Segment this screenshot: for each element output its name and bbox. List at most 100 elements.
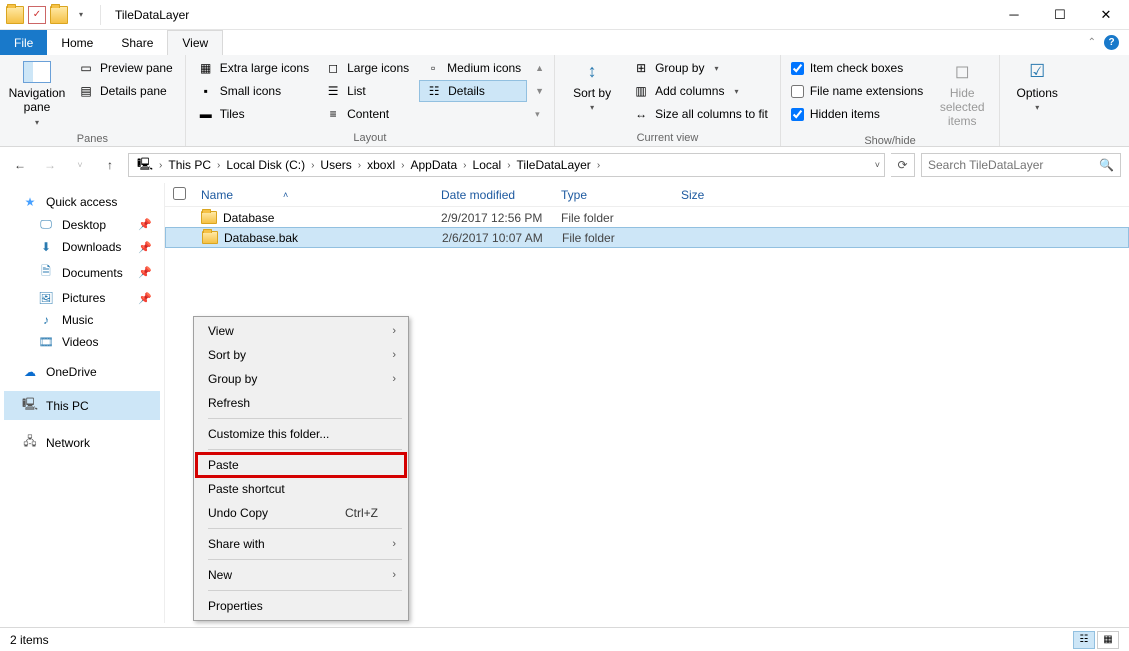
group-label-layout: Layout bbox=[192, 130, 548, 146]
ctx-undo-copy[interactable]: Undo CopyCtrl+Z bbox=[196, 501, 406, 525]
pin-icon: 📌 bbox=[138, 266, 152, 279]
group-layout: ▦Extra large icons ▪Small icons ▬Tiles ◻… bbox=[186, 55, 555, 146]
close-button[interactable]: ✕ bbox=[1083, 0, 1129, 30]
tab-share[interactable]: Share bbox=[107, 30, 167, 55]
size-columns-button[interactable]: ↔Size all columns to fit bbox=[627, 103, 774, 125]
group-current-view: ↕ Sort by ▾ ⊞Group by▾ ▥Add columns▾ ↔Si… bbox=[555, 55, 781, 146]
qat-dropdown-icon[interactable]: ▾ bbox=[72, 6, 90, 24]
small-icons-icon: ▪ bbox=[198, 84, 214, 98]
nav-documents[interactable]: 🗎Documents📌 bbox=[4, 258, 160, 287]
videos-icon: 🎞 bbox=[38, 335, 54, 349]
content-button[interactable]: ≡Content bbox=[319, 103, 415, 125]
thumbnails-view-toggle[interactable]: ▦ bbox=[1097, 631, 1119, 649]
hide-selected-button[interactable]: ◻ Hide selected items bbox=[931, 57, 993, 133]
nav-this-pc[interactable]: 🖳This PC bbox=[4, 391, 160, 420]
preview-pane-button[interactable]: ▭Preview pane bbox=[72, 57, 179, 79]
search-box[interactable]: 🔍 bbox=[921, 153, 1121, 177]
menu-separator bbox=[208, 559, 402, 560]
nav-quick-access[interactable]: ★Quick access bbox=[4, 191, 160, 213]
breadcrumb-tiledatalayer[interactable]: TileDataLayer bbox=[513, 158, 595, 172]
column-date[interactable]: Date modified bbox=[433, 188, 553, 202]
up-button[interactable]: ↑ bbox=[98, 153, 122, 177]
details-view-toggle[interactable]: ☷ bbox=[1073, 631, 1095, 649]
ctx-share-with[interactable]: Share with› bbox=[196, 532, 406, 556]
file-name-extensions-checkbox[interactable]: File name extensions bbox=[787, 80, 927, 102]
main-area: ★Quick access 🖵Desktop📌 ⬇Downloads📌 🗎Doc… bbox=[0, 183, 1129, 623]
nav-onedrive[interactable]: ☁OneDrive bbox=[4, 361, 160, 383]
ctx-sort-by[interactable]: Sort by› bbox=[196, 343, 406, 367]
refresh-button[interactable]: ⟳ bbox=[891, 153, 915, 177]
breadcrumb-users[interactable]: Users bbox=[316, 158, 355, 172]
tab-home[interactable]: Home bbox=[47, 30, 107, 55]
file-row[interactable]: Database 2/9/2017 12:56 PM File folder bbox=[165, 207, 1129, 228]
ctx-properties[interactable]: Properties bbox=[196, 594, 406, 618]
nav-pictures[interactable]: 🖼Pictures📌 bbox=[4, 287, 160, 309]
breadcrumb-appdata[interactable]: AppData bbox=[406, 158, 461, 172]
collapse-ribbon-icon[interactable]: ⌃ bbox=[1088, 37, 1096, 48]
breadcrumb-sep-icon[interactable]: › bbox=[159, 160, 162, 171]
minimize-button[interactable]: ─ bbox=[991, 0, 1037, 30]
submenu-arrow-icon: › bbox=[392, 325, 396, 337]
breadcrumb[interactable]: 🖳 › This PC› Local Disk (C:)› Users› xbo… bbox=[128, 153, 885, 177]
search-input[interactable] bbox=[928, 158, 1099, 172]
medium-icons-button[interactable]: ▫Medium icons bbox=[419, 57, 527, 79]
breadcrumb-local[interactable]: Local bbox=[469, 158, 506, 172]
ctx-view[interactable]: View› bbox=[196, 319, 406, 343]
sort-icon: ↕ bbox=[588, 61, 597, 83]
recent-locations-button[interactable]: ˅ bbox=[68, 153, 92, 177]
options-button[interactable]: ☑ Options ▾ bbox=[1006, 57, 1068, 117]
file-name: Database.bak bbox=[224, 231, 298, 245]
menu-separator bbox=[208, 528, 402, 529]
select-all-checkbox[interactable] bbox=[173, 187, 186, 200]
file-row[interactable]: Database.bak 2/6/2017 10:07 AM File fold… bbox=[165, 227, 1129, 248]
nav-videos[interactable]: 🎞Videos bbox=[4, 331, 160, 353]
maximize-button[interactable]: ☐ bbox=[1037, 0, 1083, 30]
breadcrumb-xboxl[interactable]: xboxl bbox=[363, 158, 399, 172]
nav-network[interactable]: 🖧Network bbox=[4, 428, 160, 457]
extra-large-icons-button[interactable]: ▦Extra large icons bbox=[192, 57, 315, 79]
nav-downloads[interactable]: ⬇Downloads📌 bbox=[4, 236, 160, 258]
tiles-button[interactable]: ▬Tiles bbox=[192, 103, 315, 125]
extra-large-icons-icon: ▦ bbox=[198, 61, 214, 75]
layout-scroll-down[interactable]: ▼ bbox=[531, 80, 548, 102]
add-columns-button[interactable]: ▥Add columns▾ bbox=[627, 80, 774, 102]
medium-icons-icon: ▫ bbox=[425, 61, 441, 75]
tab-file[interactable]: File bbox=[0, 30, 47, 55]
large-icons-button[interactable]: ◻Large icons bbox=[319, 57, 415, 79]
hidden-items-checkbox[interactable]: Hidden items bbox=[787, 103, 927, 125]
details-pane-icon: ▤ bbox=[78, 84, 94, 98]
forward-button[interactable]: → bbox=[38, 153, 62, 177]
navigation-pane-button[interactable]: Navigation pane ▾ bbox=[6, 57, 68, 131]
tab-view[interactable]: View bbox=[167, 30, 223, 55]
column-type[interactable]: Type bbox=[553, 188, 673, 202]
sort-by-button[interactable]: ↕ Sort by ▾ bbox=[561, 57, 623, 117]
small-icons-button[interactable]: ▪Small icons bbox=[192, 80, 315, 102]
details-view-button[interactable]: ☷Details bbox=[419, 80, 527, 102]
ctx-refresh[interactable]: Refresh bbox=[196, 391, 406, 415]
layout-scroll-up[interactable]: ▲ bbox=[531, 57, 548, 79]
column-name[interactable]: Name˄ bbox=[193, 188, 433, 202]
ctx-paste-shortcut[interactable]: Paste shortcut bbox=[196, 477, 406, 501]
nav-music[interactable]: ♪Music bbox=[4, 309, 160, 331]
column-size[interactable]: Size bbox=[673, 188, 753, 202]
group-by-button[interactable]: ⊞Group by▾ bbox=[627, 57, 774, 79]
ctx-group-by[interactable]: Group by› bbox=[196, 367, 406, 391]
pin-icon: 📌 bbox=[138, 241, 152, 254]
ctx-paste[interactable]: Paste bbox=[196, 453, 406, 477]
item-check-boxes-checkbox[interactable]: Item check boxes bbox=[787, 57, 927, 79]
address-dropdown-icon[interactable]: ˅ bbox=[875, 160, 880, 170]
ctx-customize[interactable]: Customize this folder... bbox=[196, 422, 406, 446]
back-button[interactable]: ← bbox=[8, 153, 32, 177]
list-button[interactable]: ☰List bbox=[319, 80, 415, 102]
breadcrumb-this-pc[interactable]: This PC bbox=[164, 158, 215, 172]
nav-desktop[interactable]: 🖵Desktop📌 bbox=[4, 213, 160, 236]
chevron-down-icon: ▾ bbox=[590, 103, 594, 113]
ctx-new[interactable]: New› bbox=[196, 563, 406, 587]
layout-more-icon[interactable]: ▾ bbox=[531, 103, 548, 125]
details-pane-button[interactable]: ▤Details pane bbox=[72, 80, 179, 102]
pc-icon[interactable]: 🖳 bbox=[133, 155, 157, 176]
qat-checkbox-icon[interactable]: ✓ bbox=[28, 6, 46, 24]
breadcrumb-local-disk[interactable]: Local Disk (C:) bbox=[222, 158, 309, 172]
address-bar-row: ← → ˅ ↑ 🖳 › This PC› Local Disk (C:)› Us… bbox=[0, 147, 1129, 183]
help-icon[interactable]: ? bbox=[1104, 35, 1119, 50]
